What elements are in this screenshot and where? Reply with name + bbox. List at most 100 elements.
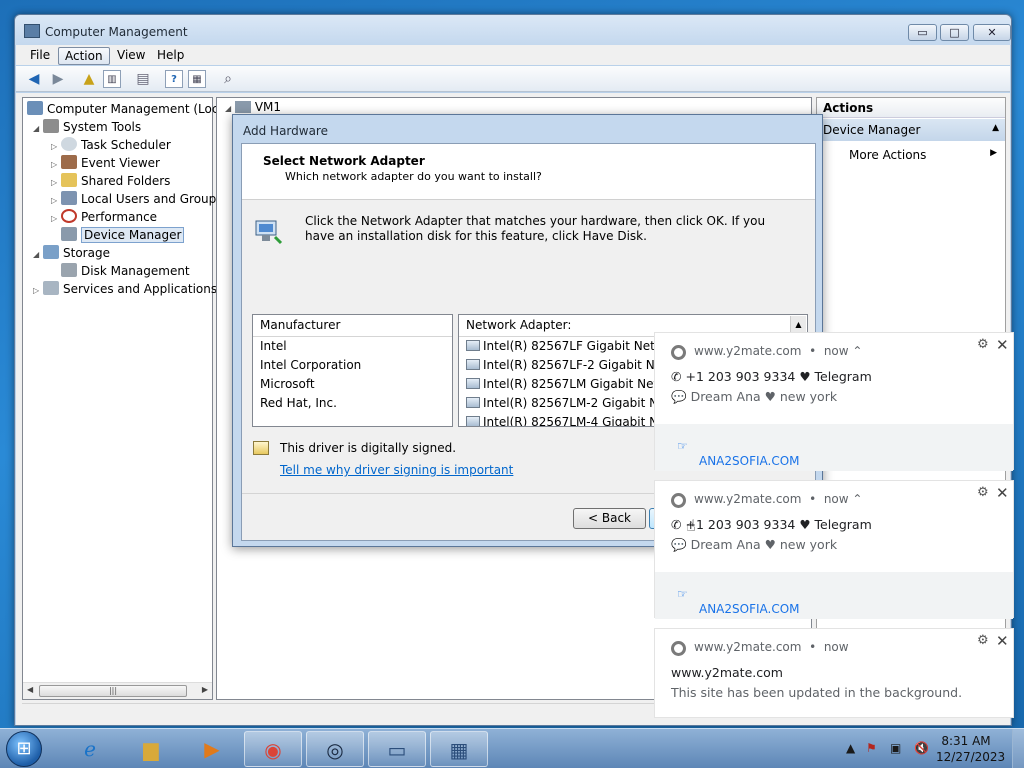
network-card-icon	[466, 340, 480, 351]
system-clock[interactable]: 8:31 AM 12/27/2023	[936, 733, 1006, 765]
manufacturer-list[interactable]: Manufacturer Intel Intel Corporation Mic…	[252, 314, 453, 427]
chrome-icon[interactable]: ◉	[244, 731, 302, 767]
tree-root[interactable]: Computer Management (Local	[27, 100, 229, 118]
device-tree-root[interactable]: ◢ VM1	[225, 100, 281, 114]
notification-source: www.y2mate.com • now	[694, 640, 849, 654]
help-icon[interactable]: ?	[165, 70, 183, 88]
up-folder-icon[interactable]: ▲	[80, 70, 98, 88]
gear-icon[interactable]: ⚙	[977, 337, 989, 352]
expand-down-icon[interactable]: ◢	[33, 246, 43, 264]
notification-toast[interactable]: www.y2mate.com • now ⌃ ⚙ ✕ ✆ +1 203 903 …	[654, 332, 1014, 471]
tree-item-performance[interactable]: ▷ Performance	[51, 208, 157, 226]
internet-explorer-icon[interactable]: ℯ	[61, 731, 119, 767]
menu-view[interactable]: View	[111, 47, 151, 65]
close-icon[interactable]: ✕	[996, 484, 1009, 502]
show-hidden-icons-icon[interactable]: ▲	[846, 741, 855, 755]
back-arrow-icon[interactable]: ◀	[25, 70, 43, 88]
toolbar: ◀ ▶ ▲ ▥ ▤ ? ▦ ⌕	[16, 66, 1010, 92]
expand-right-icon[interactable]: ▷	[51, 210, 61, 228]
tree-item-label: Performance	[81, 210, 158, 224]
event-viewer-icon	[61, 155, 77, 169]
computer-management-taskbar-icon[interactable]: ▦	[430, 731, 488, 767]
shared-folder-icon	[61, 173, 77, 187]
camera-app-icon[interactable]: ◎	[306, 731, 364, 767]
notification-toast[interactable]: www.y2mate.com • now ⚙ ✕ www.y2mate.com …	[654, 628, 1014, 718]
driver-signing-link[interactable]: Tell me why driver signing is important	[280, 463, 513, 477]
network-card-icon	[466, 378, 480, 389]
tree-item-local-users[interactable]: ▷ Local Users and Groups	[51, 190, 223, 208]
close-icon[interactable]: ✕	[996, 336, 1009, 354]
maximize-button[interactable]: □	[940, 24, 969, 41]
actions-section-label: Device Manager	[823, 123, 921, 137]
tree-item-storage[interactable]: ◢ Storage	[33, 244, 110, 262]
forward-arrow-icon[interactable]: ▶	[49, 70, 67, 88]
notification-link[interactable]: ☞ ANA2SOFIA.COM	[677, 587, 800, 616]
menu-action[interactable]: Action	[58, 47, 110, 65]
gear-icon[interactable]: ⚙	[977, 633, 989, 648]
device-manager-icon	[61, 227, 77, 241]
notification-link[interactable]: ☞ ANA2SOFIA.COM	[677, 439, 800, 468]
disk-icon	[61, 263, 77, 277]
action-center-icon[interactable]: ⚑	[866, 741, 877, 755]
scroll-right-icon[interactable]: ▶	[202, 685, 208, 694]
network-card-icon	[466, 359, 480, 370]
media-player-icon[interactable]: ▶	[183, 731, 241, 767]
tree-item-system-tools[interactable]: ◢ System Tools	[33, 118, 141, 136]
close-button[interactable]: ✕	[973, 24, 1011, 41]
network-adapter-icon	[255, 220, 283, 245]
collapse-up-icon[interactable]: ▲	[992, 123, 999, 133]
notification-body: This site has been updated in the backgr…	[671, 685, 963, 700]
show-action-pane-icon[interactable]: ▦	[188, 70, 206, 88]
tree-horizontal-scrollbar[interactable]: ◀ ||| ▶	[23, 682, 212, 699]
scan-hardware-icon[interactable]: ⌕	[219, 70, 237, 88]
list-item[interactable]: Red Hat, Inc.	[253, 394, 452, 413]
clock-date: 12/27/2023	[936, 750, 1006, 764]
scroll-left-icon[interactable]: ◀	[27, 685, 33, 694]
expand-right-icon[interactable]: ▷	[33, 282, 43, 300]
storage-icon	[43, 245, 59, 259]
volume-muted-icon[interactable]: 🔇	[914, 741, 929, 755]
remote-desktop-icon[interactable]: ▭	[368, 731, 426, 767]
notification-action[interactable]: ☞ ANA2SOFIA.COM	[655, 424, 1013, 471]
properties-icon[interactable]: ▤	[134, 70, 152, 88]
expand-down-icon[interactable]: ◢	[33, 120, 43, 138]
show-hide-tree-icon[interactable]: ▥	[103, 70, 121, 88]
title-bar[interactable]: Computer Management ▭ □ ✕	[15, 15, 1011, 45]
tree-item-label: Local Users and Groups	[81, 192, 223, 206]
tree-item-shared-folders[interactable]: ▷ Shared Folders	[51, 172, 170, 190]
notification-title: www.y2mate.com	[671, 665, 783, 680]
tree-item-label: Task Scheduler	[81, 138, 171, 152]
more-actions-item[interactable]: More Actions	[849, 148, 926, 162]
network-icon[interactable]: ▣	[890, 741, 901, 755]
start-button[interactable]: ⊞	[6, 731, 42, 767]
notification-action[interactable]: ☞ ANA2SOFIA.COM	[655, 572, 1013, 619]
list-item[interactable]: Microsoft	[253, 375, 452, 394]
show-desktop-button[interactable]	[1012, 729, 1024, 768]
tree-item-label: Services and Applications	[63, 282, 218, 296]
menu-help[interactable]: Help	[151, 47, 190, 65]
close-icon[interactable]: ✕	[996, 632, 1009, 650]
minimize-button[interactable]: ▭	[908, 24, 937, 41]
collapse-icon[interactable]: ◢	[225, 104, 231, 113]
submenu-arrow-icon: ▶	[990, 148, 997, 158]
tree-item-services-apps[interactable]: ▷ Services and Applications	[33, 280, 217, 298]
file-explorer-icon[interactable]: ▆	[122, 731, 180, 767]
back-button[interactable]: < Back	[573, 508, 646, 529]
list-item[interactable]: Intel Corporation	[253, 356, 452, 375]
tree-item-event-viewer[interactable]: ▷ Event Viewer	[51, 154, 160, 172]
network-card-icon	[466, 397, 480, 408]
list-item[interactable]: Intel	[253, 337, 452, 356]
scroll-thumb[interactable]: |||	[39, 685, 187, 697]
phone-icon: ✆	[671, 517, 682, 532]
tree-item-device-manager[interactable]: Device Manager	[61, 226, 185, 244]
actions-section-device-manager[interactable]: Device Manager ▲	[817, 119, 1005, 141]
signed-status: This driver is digitally signed.	[280, 441, 457, 455]
vm-label: VM1	[254, 100, 282, 114]
menu-file[interactable]: File	[24, 47, 56, 65]
dialog-heading: Select Network Adapter	[263, 154, 425, 168]
gear-icon[interactable]: ⚙	[977, 485, 989, 500]
notification-source: www.y2mate.com • now ⌃	[694, 344, 863, 358]
tree-item-task-scheduler[interactable]: ▷ Task Scheduler	[51, 136, 171, 154]
tree-item-disk-management[interactable]: Disk Management	[61, 262, 190, 280]
notification-toast[interactable]: www.y2mate.com • now ⌃ ⚙ ✕ ✆ +1 203 903 …	[654, 480, 1014, 619]
